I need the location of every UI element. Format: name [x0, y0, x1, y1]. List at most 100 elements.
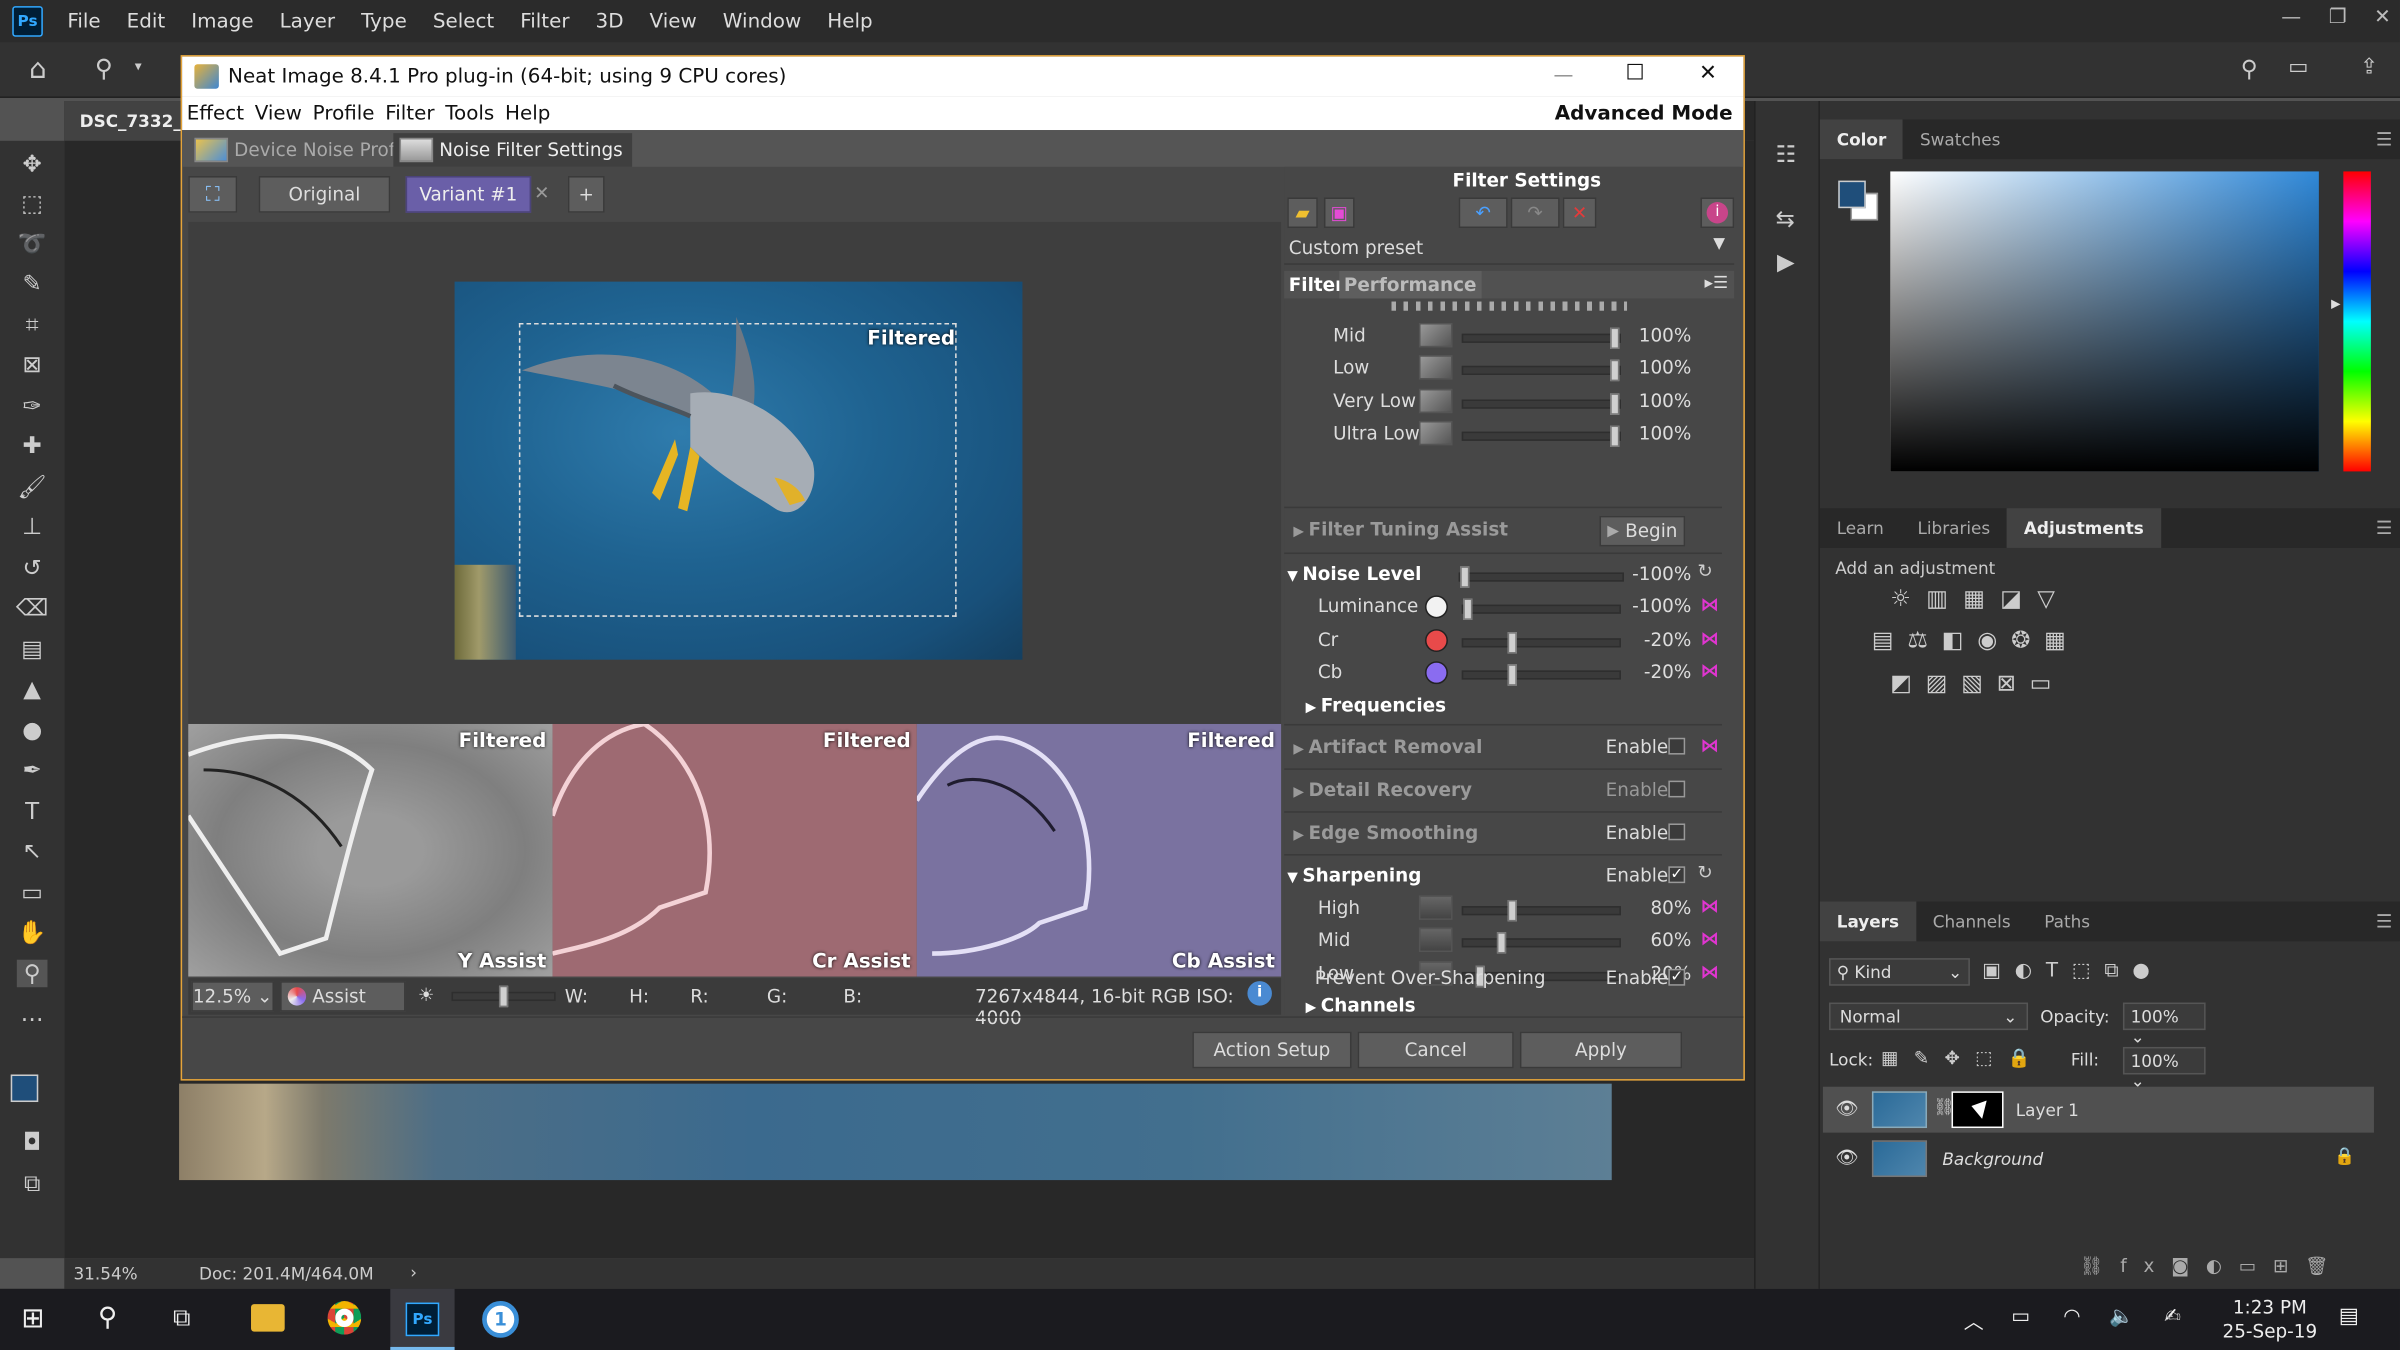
- invert-icon[interactable]: ◩: [1890, 669, 1925, 697]
- move-tool-icon[interactable]: ✥: [17, 150, 48, 178]
- color-panel-fg-swatch[interactable]: [1838, 180, 1866, 209]
- quick-mask-icon[interactable]: ◘: [17, 1128, 48, 1156]
- brightness-slider[interactable]: [451, 985, 556, 1008]
- section-header[interactable]: ▶ Edge Smoothing: [1293, 821, 1478, 842]
- history-brush-icon[interactable]: ↺: [17, 554, 48, 582]
- menu-profile[interactable]: Profile: [313, 102, 375, 125]
- info-icon[interactable]: i: [1247, 981, 1272, 1006]
- shape-filter-icon[interactable]: ⬚: [2072, 960, 2105, 983]
- bw-icon[interactable]: ◧: [1942, 626, 1977, 654]
- pixel-filter-icon[interactable]: ▣: [1982, 960, 2015, 983]
- lasso-tool-icon[interactable]: ➰: [17, 230, 48, 258]
- type-tool-icon[interactable]: T: [17, 797, 48, 825]
- panel-menu-icon[interactable]: ☰: [2376, 911, 2392, 932]
- slider-thumb[interactable]: [1507, 664, 1517, 686]
- gradient-map-icon[interactable]: ▭: [2030, 669, 2065, 697]
- channel-mixer-icon[interactable]: ❂: [2011, 626, 2044, 654]
- path-select-icon[interactable]: ↖: [17, 837, 48, 865]
- dodge-tool-icon[interactable]: ●: [17, 716, 48, 744]
- y-assist-pane[interactable]: Filtered Y Assist: [188, 723, 553, 977]
- shape-tool-icon[interactable]: ▭: [17, 879, 48, 907]
- undo-icon[interactable]: ↶: [1458, 197, 1508, 229]
- add-variant-button[interactable]: +: [567, 176, 605, 213]
- link-bowtie-icon[interactable]: ⋈: [1700, 895, 1718, 916]
- delete-layer-icon[interactable]: 🗑: [2305, 1255, 2345, 1276]
- menu-window[interactable]: Window: [723, 10, 801, 33]
- action-setup-button[interactable]: Action Setup: [1192, 1031, 1352, 1069]
- task-view-icon[interactable]: ⧉: [173, 1303, 191, 1334]
- tab-layers[interactable]: Layers: [1819, 901, 1916, 942]
- photo-filter-icon[interactable]: ◉: [1977, 626, 2011, 654]
- refresh-icon[interactable]: ↻: [1697, 862, 1712, 883]
- tab-swatches[interactable]: Swatches: [1903, 119, 2017, 159]
- adjustment-filter-icon[interactable]: ◐: [2015, 960, 2046, 983]
- battery-icon[interactable]: ▭: [2011, 1306, 2030, 1329]
- new-layer-icon[interactable]: ⊞: [2273, 1255, 2305, 1276]
- save-preset-icon[interactable]: ▣: [1323, 197, 1355, 229]
- minimize-icon[interactable]: —: [1554, 64, 1574, 87]
- eyedropper-tool-icon[interactable]: ✑: [17, 392, 48, 420]
- lock-pixels-icon[interactable]: ✎: [1914, 1047, 1945, 1068]
- tab-adjustments[interactable]: Adjustments: [2007, 508, 2161, 548]
- notifications-icon[interactable]: ▤: [2339, 1304, 2359, 1328]
- main-preview[interactable]: Filtered: [188, 221, 1282, 728]
- menu-help[interactable]: Help: [505, 102, 550, 125]
- cancel-button[interactable]: Cancel: [1357, 1031, 1514, 1069]
- section-header[interactable]: ▶ Artifact Removal: [1293, 736, 1482, 757]
- noise-slider[interactable]: [1461, 631, 1621, 653]
- lock-artboard-icon[interactable]: ⬚: [1975, 1047, 2008, 1068]
- tab-learn[interactable]: Learn: [1820, 508, 1901, 548]
- filter-tuning-header[interactable]: ▶ Filter Tuning Assist: [1293, 519, 1508, 540]
- tab-color[interactable]: Color: [1819, 119, 1904, 160]
- redo-icon[interactable]: ↷: [1510, 197, 1560, 229]
- close-icon[interactable]: ✕: [1699, 61, 1717, 85]
- noise-level-slider[interactable]: [1458, 566, 1624, 588]
- preset-select[interactable]: Custom preset ▼: [1284, 231, 1735, 265]
- windows-start-icon[interactable]: ⊞: [21, 1303, 44, 1335]
- menu-select[interactable]: Select: [433, 10, 494, 33]
- fit-view-button[interactable]: ⛶: [188, 176, 238, 213]
- eraser-tool-icon[interactable]: ⌫: [16, 594, 48, 622]
- photoshop-taskbar-item[interactable]: Ps: [390, 1288, 455, 1350]
- hue-slider[interactable]: [2343, 171, 2371, 472]
- subtab-filter[interactable]: Filter: [1289, 274, 1344, 295]
- menu-effect[interactable]: Effect: [187, 102, 244, 125]
- slider-thumb[interactable]: [1463, 598, 1473, 620]
- lock-all-icon[interactable]: 🔒: [2008, 1047, 2046, 1068]
- maximize-icon[interactable]: ☐: [1625, 61, 1644, 85]
- prevent-enable-checkbox[interactable]: ✓: [1668, 968, 1686, 986]
- foreground-color-swatch[interactable]: [10, 1074, 39, 1103]
- link-bowtie-icon[interactable]: ⋈: [1700, 594, 1718, 615]
- blur-tool-icon[interactable]: ▲: [17, 675, 48, 703]
- frequency-slider[interactable]: [1461, 327, 1621, 349]
- link-bowtie-icon[interactable]: ⋈: [1700, 735, 1718, 756]
- begin-button[interactable]: ▶ Begin: [1599, 515, 1686, 547]
- section-header[interactable]: ▶ Detail Recovery: [1293, 779, 1472, 800]
- original-button[interactable]: Original: [258, 176, 391, 213]
- opacity-input[interactable]: 100% ⌄: [2122, 1002, 2206, 1047]
- layer-row[interactable]: 👁 Background 🔒: [1823, 1136, 2374, 1182]
- menu-layer[interactable]: Layer: [280, 10, 335, 33]
- section-enable-checkbox[interactable]: [1668, 780, 1686, 798]
- advanced-mode-label[interactable]: Advanced Mode: [1555, 103, 1733, 126]
- section-enable-checkbox[interactable]: [1668, 737, 1686, 755]
- link-bowtie-icon[interactable]: ⋈: [1700, 627, 1718, 648]
- type-filter-icon[interactable]: T: [2046, 960, 2072, 983]
- slider-thumb[interactable]: [1496, 932, 1507, 955]
- color-balance-icon[interactable]: ⚖: [1907, 626, 1941, 654]
- fx-icon[interactable]: fx: [2120, 1255, 2171, 1276]
- chevron-up-icon[interactable]: ︿: [1964, 1306, 1984, 1335]
- noise-slider[interactable]: [1461, 664, 1621, 686]
- frame-tool-icon[interactable]: ⊠: [17, 351, 48, 379]
- neat-image-taskbar-icon[interactable]: 1: [482, 1301, 519, 1338]
- blend-mode-select[interactable]: Normal ⌄: [1829, 1002, 2029, 1031]
- properties-icon[interactable]: ☷: [1775, 141, 1796, 169]
- noise-slider[interactable]: [1461, 598, 1621, 620]
- pen-tool-icon[interactable]: ✒: [17, 756, 48, 784]
- link-bowtie-icon[interactable]: ⋈: [1700, 928, 1718, 949]
- new-group-icon[interactable]: ▭: [2239, 1255, 2273, 1276]
- apply-button[interactable]: Apply: [1519, 1031, 1683, 1069]
- close-variant-icon[interactable]: ✕: [534, 182, 549, 203]
- zoom-select[interactable]: 12.5% ⌄: [191, 981, 274, 1012]
- color-lookup-icon[interactable]: ▦: [2044, 626, 2079, 654]
